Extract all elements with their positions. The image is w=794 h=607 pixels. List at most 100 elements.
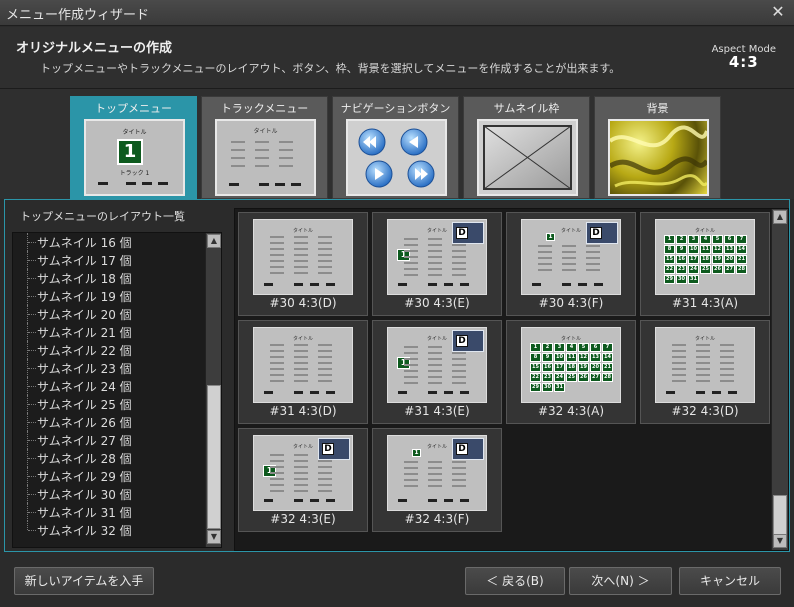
scrollbar-thumb[interactable] [207, 385, 221, 529]
preview-line [404, 461, 418, 463]
cancel-button[interactable]: キャンセル [679, 567, 781, 595]
layout-thumbnail[interactable]: タイトル #32 4:3(D) [640, 320, 770, 424]
get-new-items-button[interactable]: 新しいアイテムを入手 [14, 567, 154, 595]
preview-line [294, 490, 308, 492]
list-item-label: サムネイル 24 個 [37, 380, 132, 394]
grid-scrollbar[interactable]: ▲ ▼ [771, 209, 788, 550]
scroll-up-icon[interactable]: ▲ [773, 210, 787, 224]
layout-thumbnail[interactable]: タイトル 1 D #31 4:3(E) [372, 320, 502, 424]
preview-button [326, 283, 335, 286]
tab-label: ナビゲーションボタン [340, 102, 451, 115]
layout-thumbnail[interactable]: タイトル 1 D #32 4:3(E) [238, 428, 368, 532]
preview-button [398, 391, 407, 394]
list-item[interactable]: サムネイル 22 個 [13, 341, 203, 359]
preview-line [696, 374, 710, 376]
preview-line [452, 376, 466, 378]
layout-thumbnail[interactable]: タイトル #31 4:3(D) [238, 320, 368, 424]
list-item[interactable]: サムネイル 23 個 [13, 359, 203, 377]
preview-line [270, 466, 284, 468]
preview-line [294, 260, 308, 262]
tab-track-menu[interactable]: トラックメニュー タイトル [201, 96, 328, 199]
preview-number-tile: 17 [688, 255, 699, 264]
list-item[interactable]: サムネイル 26 個 [13, 413, 203, 431]
back-button[interactable]: ＜ 戻る(B) [465, 567, 565, 595]
preview-line [294, 380, 308, 382]
preview-line [452, 268, 466, 270]
preview-line [672, 368, 686, 370]
list-item[interactable]: サムネイル 31 個 [13, 503, 203, 521]
preview-line [231, 157, 245, 159]
list-item[interactable]: サムネイル 32 個 [13, 521, 203, 539]
tab-thumbnail-frame[interactable]: サムネイル枠 [463, 96, 590, 199]
list-item[interactable]: サムネイル 28 個 [13, 449, 203, 467]
preview-button [444, 283, 453, 286]
preview-line [720, 344, 734, 346]
preview-line [270, 242, 284, 244]
preview-line [404, 364, 418, 366]
preview-button [98, 182, 108, 185]
preview-line [270, 260, 284, 262]
list-item[interactable]: サムネイル 19 個 [13, 287, 203, 305]
preview-button [444, 391, 453, 394]
preview-number-tile: 18 [700, 255, 711, 264]
preview-line [720, 356, 734, 358]
list-item[interactable]: サムネイル 30 個 [13, 485, 203, 503]
preview-line [318, 344, 332, 346]
close-icon[interactable]: ✕ [770, 4, 786, 20]
preview-button [428, 283, 437, 286]
preview-number-tile: 25 [566, 373, 577, 382]
list-item[interactable]: サムネイル 29 個 [13, 467, 203, 485]
layout-thumbnail[interactable]: タイトル 1 D #30 4:3(F) [506, 212, 636, 316]
preview-line [255, 157, 269, 159]
tab-background[interactable]: 背景 [594, 96, 721, 199]
scroll-down-icon[interactable]: ▼ [773, 534, 787, 548]
scroll-down-icon[interactable]: ▼ [207, 530, 221, 544]
preview-line [318, 272, 332, 274]
badge-number-icon [472, 333, 481, 349]
list-item[interactable]: サムネイル 25 個 [13, 395, 203, 413]
list-item[interactable]: サムネイル 27 個 [13, 431, 203, 449]
badge-letter: D [456, 443, 468, 455]
scroll-up-icon[interactable]: ▲ [207, 234, 221, 248]
list-item[interactable]: サムネイル 21 個 [13, 323, 203, 341]
preview-line [538, 269, 552, 271]
preview-number-tile: 4 [700, 235, 711, 244]
preview-line [318, 362, 332, 364]
preview-title: タイトル [694, 336, 715, 342]
list-item[interactable]: サムネイル 20 個 [13, 305, 203, 323]
preview-button [142, 182, 152, 185]
preview-button [126, 182, 136, 185]
layout-thumbnail[interactable]: タイトル #30 4:3(D) [238, 212, 368, 316]
next-button[interactable]: 次へ(N) ＞ [569, 567, 672, 595]
wizard-description: トップメニューやトラックメニューのレイアウト、ボタン、枠、背景を選択してメニュー… [40, 62, 621, 75]
preview-line [720, 380, 734, 382]
preview-line [452, 370, 466, 372]
preview-line [452, 467, 466, 469]
layout-thumbnail[interactable]: タイトル 1 D #30 4:3(E) [372, 212, 502, 316]
layout-thumbnail[interactable]: タイトル 1 2 3 4 5 6 7 8 9 10 11 12 13 14 15 16 17 18 19 20 21 22 2… [640, 212, 770, 316]
layout-thumbnail[interactable]: タイトル 1 2 3 4 5 6 7 8 9 10 11 12 13 14 15 16 17 18 19 20 21 22 2… [506, 320, 636, 424]
preview-line [672, 380, 686, 382]
tree-scrollbar[interactable]: ▲ ▼ [205, 233, 221, 547]
preview-line [294, 344, 308, 346]
preview-title: タイトル [560, 336, 581, 342]
preview-number-tile: 9 [542, 353, 553, 362]
list-item[interactable]: サムネイル 18 個 [13, 269, 203, 287]
layout-thumbnail-label: #30 4:3(E) [404, 296, 470, 310]
layout-thumbnail[interactable]: タイトル 1 D #32 4:3(F) [372, 428, 502, 532]
scrollbar-thumb[interactable] [773, 495, 787, 535]
background-texture [610, 125, 707, 188]
list-item-label: サムネイル 25 個 [37, 398, 132, 412]
tab-top-menu[interactable]: トップメニュー タイトル 1 トラック 1 [70, 96, 197, 199]
category-tabs: トップメニュー タイトル 1 トラック 1 トラックメニュー タイトル ナビゲー… [0, 89, 794, 199]
list-item[interactable]: サムネイル 17 個 [13, 251, 203, 269]
tab-navigation-buttons[interactable]: ナビゲーションボタン [332, 96, 459, 199]
layout-thumbnail-label: #31 4:3(E) [404, 404, 470, 418]
preview-number-tile: 7 [736, 235, 747, 244]
preview-line [428, 364, 442, 366]
preview-button [326, 391, 335, 394]
list-item[interactable]: サムネイル 24 個 [13, 377, 203, 395]
preview-button [460, 283, 469, 286]
list-item[interactable]: サムネイル 16 個 [13, 233, 203, 251]
preview-line [538, 245, 552, 247]
